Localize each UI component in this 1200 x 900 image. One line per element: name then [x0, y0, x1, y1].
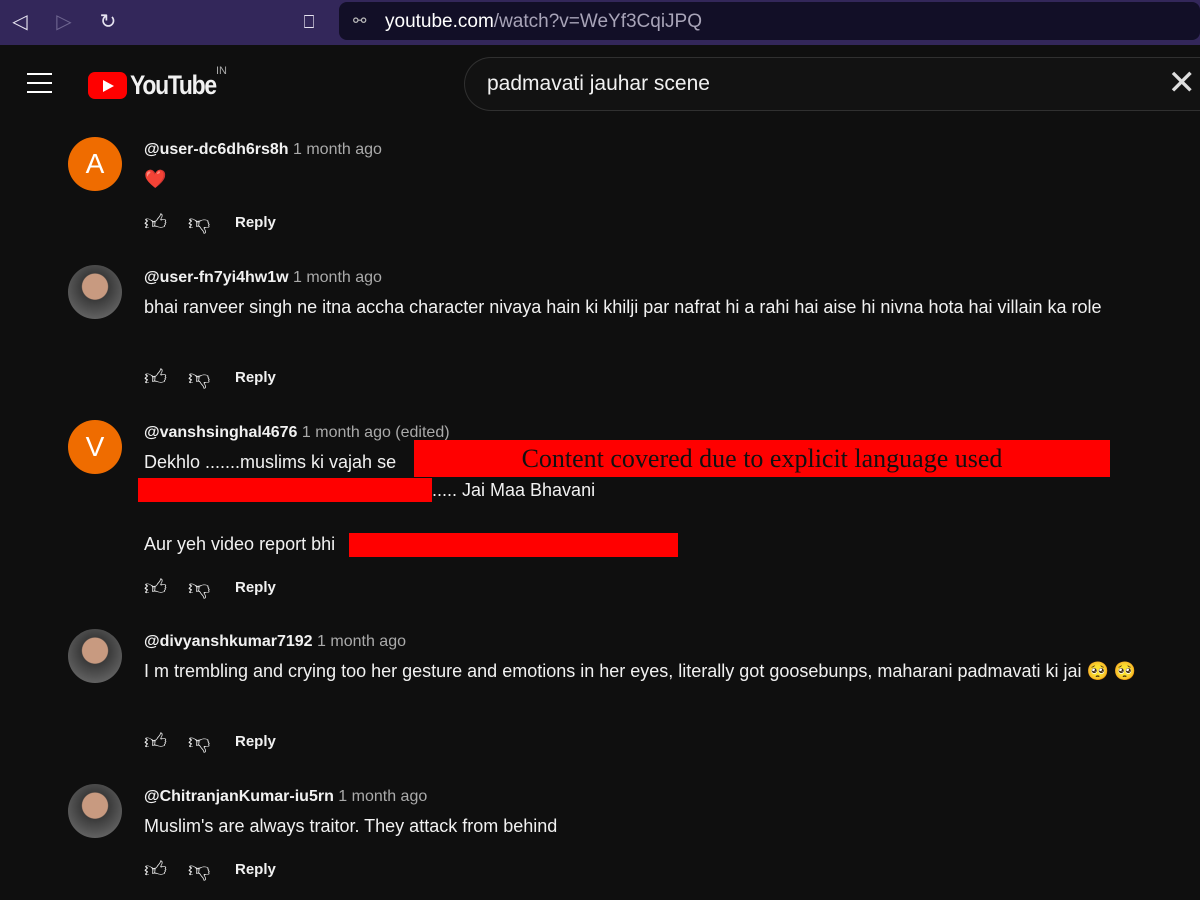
comment-text: bhai ranveer singh ne itna accha charact…	[144, 297, 1102, 317]
avatar[interactable]	[68, 629, 122, 683]
forward-icon[interactable]: ▷	[50, 8, 78, 36]
site-settings-icon[interactable]: ⚯	[353, 11, 366, 31]
comment-author[interactable]: @divyanshkumar7192	[144, 633, 313, 650]
browser-toolbar: ◁ ▷ ↻ ⎕ ⚯ youtube.com/watch?v=WeYf3CqiJP…	[0, 0, 1200, 45]
dislike-icon[interactable]: 👎︎	[188, 728, 214, 754]
comment-author[interactable]: @vanshsinghal4676	[144, 424, 297, 441]
like-icon[interactable]: 👍︎	[144, 856, 170, 882]
comment-text: I m trembling and crying too her gesture…	[144, 661, 1137, 681]
comment-time[interactable]: 1 month ago	[293, 141, 382, 158]
youtube-logo[interactable]: YouTube IN	[88, 65, 231, 101]
clear-search-icon[interactable]: ✕	[1168, 66, 1197, 100]
dislike-icon[interactable]: 👎︎	[188, 364, 214, 390]
address-bar[interactable]: ⚯ youtube.com/watch?v=WeYf3CqiJPQ	[339, 2, 1200, 40]
dislike-icon[interactable]: 👎︎	[188, 574, 214, 600]
like-icon[interactable]: 👍︎	[144, 574, 170, 600]
reload-icon[interactable]: ↻	[94, 8, 122, 36]
search-input[interactable]: padmavati jauhar scene	[487, 72, 710, 96]
comment-text-line: ..... Jai Maa Bhavani	[432, 480, 596, 500]
reply-button[interactable]: Reply	[235, 733, 276, 750]
comment-author[interactable]: @user-dc6dh6rs8h	[144, 141, 289, 158]
back-icon[interactable]: ◁	[6, 8, 34, 36]
country-code: IN	[216, 65, 227, 77]
comment-author[interactable]: @ChitranjanKumar-iu5rn	[144, 788, 334, 805]
comment-time[interactable]: 1 month ago	[293, 269, 382, 286]
bookmark-icon[interactable]: ⎕	[295, 8, 323, 36]
censor-bar	[138, 478, 432, 502]
avatar[interactable]: A	[68, 137, 122, 191]
comment-text: Muslim's are always traitor. They attack…	[144, 816, 558, 836]
dislike-icon[interactable]: 👎︎	[188, 856, 214, 882]
url-domain: youtube.com	[385, 11, 494, 32]
avatar[interactable]	[68, 784, 122, 838]
like-icon[interactable]: 👍︎	[144, 364, 170, 390]
comment-time[interactable]: 1 month ago (edited)	[302, 424, 450, 441]
censor-overlay: Content covered due to explicit language…	[414, 440, 1110, 477]
comment-time[interactable]: 1 month ago	[317, 633, 406, 650]
comment-author[interactable]: @user-fn7yi4hw1w	[144, 269, 289, 286]
comment-time[interactable]: 1 month ago	[338, 788, 427, 805]
search-box[interactable]: padmavati jauhar scene ✕	[464, 57, 1200, 111]
menu-icon[interactable]	[27, 73, 52, 93]
play-icon	[88, 72, 127, 99]
reply-button[interactable]: Reply	[235, 861, 276, 878]
avatar[interactable]: V	[68, 420, 122, 474]
avatar[interactable]	[68, 265, 122, 319]
dislike-icon[interactable]: 👎︎	[188, 209, 214, 235]
logo-text: YouTube	[130, 70, 217, 100]
reply-button[interactable]: Reply	[235, 214, 276, 231]
url-path: /watch?v=WeYf3CqiJPQ	[493, 11, 703, 32]
like-icon[interactable]: 👍︎	[144, 209, 170, 235]
like-icon[interactable]: 👍︎	[144, 728, 170, 754]
reply-button[interactable]: Reply	[235, 369, 276, 386]
censor-bar	[349, 533, 678, 557]
comment-text: ❤️	[144, 169, 167, 189]
reply-button[interactable]: Reply	[235, 579, 276, 596]
